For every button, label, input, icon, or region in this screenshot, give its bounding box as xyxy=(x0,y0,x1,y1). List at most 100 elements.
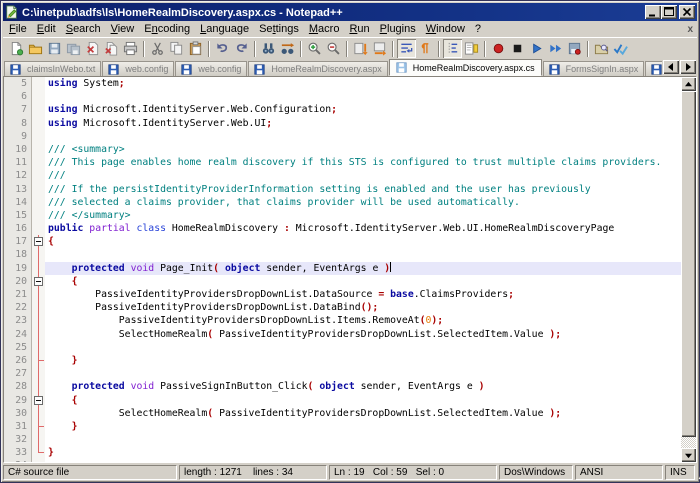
code-line[interactable]: using Microsoft.IdentityServer.Web.UI; xyxy=(45,117,681,130)
code-line[interactable]: } xyxy=(45,446,681,459)
code-line[interactable]: { xyxy=(45,394,681,407)
vertical-scrollbar[interactable] xyxy=(681,77,696,462)
code-line[interactable]: { xyxy=(45,235,681,248)
code-line[interactable]: PassiveIdentityProvidersDropDownList.Dat… xyxy=(45,288,681,301)
code-line[interactable]: PassiveIdentityProvidersDropDownList.Ite… xyxy=(45,314,681,327)
new-file-button[interactable] xyxy=(7,39,26,58)
open-folder-button[interactable] xyxy=(26,39,45,58)
close-all-button[interactable] xyxy=(102,39,121,58)
word-wrap-button[interactable] xyxy=(397,39,416,58)
code-line[interactable] xyxy=(45,341,681,354)
fold-collapse-marker[interactable] xyxy=(32,235,45,248)
code-line[interactable]: SelectHomeRealm( PassiveIdentityProvider… xyxy=(45,407,681,420)
code-line[interactable] xyxy=(45,433,681,446)
fold-minus-box-icon[interactable] xyxy=(34,277,43,286)
zoom-in-button[interactable] xyxy=(305,39,324,58)
code-line[interactable]: /// xyxy=(45,169,681,182)
menu-plugins[interactable]: Plugins xyxy=(375,22,421,36)
code-line[interactable]: using Microsoft.IdentityServer.Web.Confi… xyxy=(45,103,681,116)
code-line[interactable]: { xyxy=(45,275,681,288)
close-file-button[interactable] xyxy=(83,39,102,58)
fold-minus-box-icon[interactable] xyxy=(34,396,43,405)
line-number: 5 xyxy=(4,77,31,90)
sync-vertical-button[interactable] xyxy=(351,39,370,58)
scrollbar-thumb[interactable] xyxy=(681,91,696,437)
menu-search[interactable]: Search xyxy=(61,22,106,36)
tab-web-config[interactable]: web.config xyxy=(102,61,174,76)
macro-multi-play-button[interactable] xyxy=(546,39,565,58)
print-button[interactable] xyxy=(121,39,140,58)
code-line[interactable] xyxy=(45,90,681,103)
tab-formssignin-aspx[interactable]: FormsSignIn.aspx xyxy=(543,61,645,76)
undo-button[interactable] xyxy=(213,39,232,58)
macro-play-button[interactable] xyxy=(527,39,546,58)
explorer-button[interactable] xyxy=(592,39,611,58)
cut-button[interactable] xyxy=(148,39,167,58)
code-line[interactable]: /// This page enables home realm discove… xyxy=(45,156,681,169)
redo-button[interactable] xyxy=(232,39,251,58)
code-line[interactable] xyxy=(45,459,681,462)
replace-button[interactable] xyxy=(278,39,297,58)
menubar-close-icon[interactable]: x xyxy=(687,24,693,35)
doc-map-button[interactable] xyxy=(462,39,481,58)
code-line[interactable] xyxy=(45,248,681,261)
scroll-up-arrow[interactable] xyxy=(681,77,696,91)
menu-run[interactable]: Run xyxy=(344,22,374,36)
menu-edit[interactable]: Edit xyxy=(32,22,61,36)
save-all-button[interactable] xyxy=(64,39,83,58)
fold-collapse-marker[interactable] xyxy=(32,394,45,407)
code-line[interactable]: PassiveIdentityProvidersDropDownList.Dat… xyxy=(45,301,681,314)
code-line[interactable]: using System; xyxy=(45,77,681,90)
code-text-area[interactable]: using System; using Microsoft.IdentitySer… xyxy=(45,77,681,462)
code-line-current[interactable]: protected void Page_Init( object sender,… xyxy=(45,262,681,275)
find-button[interactable] xyxy=(259,39,278,58)
line-number: 26 xyxy=(4,354,31,367)
indent-guide-button[interactable] xyxy=(443,39,462,58)
tab-homerealmdiscovery-aspx[interactable]: HomeRealmDiscovery.aspx xyxy=(248,61,387,76)
code-line[interactable]: protected void PassiveSignInButton_Click… xyxy=(45,380,681,393)
code-line[interactable] xyxy=(45,130,681,143)
code-line[interactable]: /// selected a claims provider, that cla… xyxy=(45,196,681,209)
copy-button[interactable] xyxy=(167,39,186,58)
tab-web-config[interactable]: web.config xyxy=(175,61,247,76)
code-line[interactable]: } xyxy=(45,354,681,367)
tab-homerealmdiscovery-aspx-cs[interactable]: HomeRealmDiscovery.aspx.cs xyxy=(389,59,542,76)
close-button[interactable] xyxy=(679,5,695,19)
macro-stop-button[interactable] xyxy=(508,39,527,58)
zoom-out-button[interactable] xyxy=(324,39,343,58)
fold-minus-box-icon[interactable] xyxy=(34,237,43,246)
code-line[interactable]: /// </summary> xyxy=(45,209,681,222)
code-line[interactable]: /// If the persistIdentityProviderInform… xyxy=(45,183,681,196)
app-icon[interactable] xyxy=(5,5,19,19)
fold-collapse-marker[interactable] xyxy=(32,275,45,288)
tab-claimsinwebo-txt[interactable]: claimsInWebo.txt xyxy=(4,61,101,76)
save-button[interactable] xyxy=(45,39,64,58)
menu-encoding[interactable]: Encoding xyxy=(139,22,195,36)
macro-save-button[interactable] xyxy=(565,39,584,58)
fold-margin[interactable] xyxy=(32,77,45,462)
code-line[interactable]: } xyxy=(45,420,681,433)
editor-area[interactable]: 5678910111213141516171819202122232425262… xyxy=(3,76,697,463)
code-line[interactable]: SelectHomeRealm( PassiveIdentityProvider… xyxy=(45,328,681,341)
menu-settings[interactable]: Settings xyxy=(254,22,304,36)
tab-scroll-right-button[interactable] xyxy=(680,60,696,74)
code-line[interactable]: /// <summary> xyxy=(45,143,681,156)
code-line[interactable]: public partial class HomeRealmDiscovery … xyxy=(45,222,681,235)
paste-button[interactable] xyxy=(186,39,205,58)
scroll-down-arrow[interactable] xyxy=(681,448,696,462)
tab-formssignin-aspx-cs[interactable]: FormsSignIn.aspx.cs xyxy=(645,61,662,76)
spell-check-button[interactable] xyxy=(611,39,630,58)
tab-scroll-left-button[interactable] xyxy=(663,60,679,74)
maximize-button[interactable] xyxy=(661,5,677,19)
menu-help[interactable]: ? xyxy=(470,22,486,36)
minimize-button[interactable] xyxy=(645,5,661,19)
menu-macro[interactable]: Macro xyxy=(304,22,345,36)
menu-language[interactable]: Language xyxy=(195,22,254,36)
menu-window[interactable]: Window xyxy=(421,22,470,36)
menu-file[interactable]: File xyxy=(4,22,32,36)
code-line[interactable] xyxy=(45,367,681,380)
menu-view[interactable]: View xyxy=(106,22,140,36)
show-all-chars-button[interactable] xyxy=(416,39,435,58)
sync-horizontal-button[interactable] xyxy=(370,39,389,58)
macro-record-button[interactable] xyxy=(489,39,508,58)
